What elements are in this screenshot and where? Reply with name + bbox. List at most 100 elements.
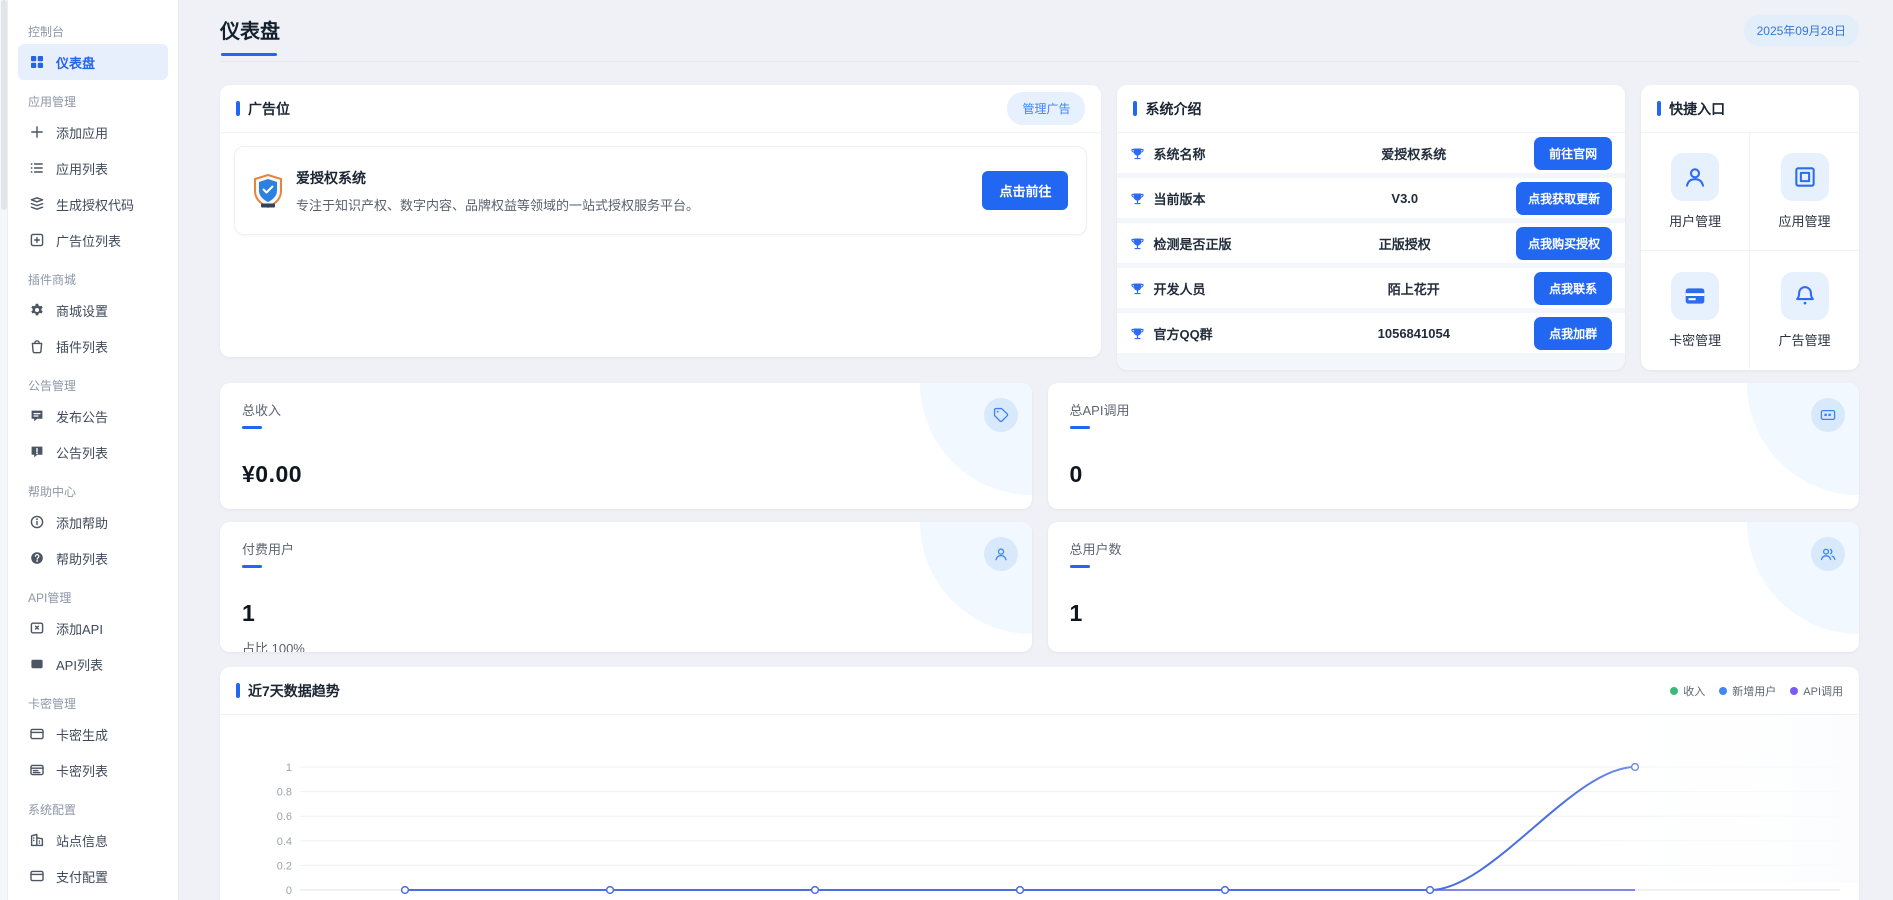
manage-ads-button[interactable]: 管理广告 bbox=[1007, 92, 1085, 125]
intro-row-button[interactable]: 点我联系 bbox=[1534, 272, 1612, 305]
sidebar-item-info[interactable]: 添加帮助 bbox=[18, 504, 168, 540]
sidebar-item-label: 发布公告 bbox=[56, 407, 108, 426]
quick-entry-card: 快捷入口 用户管理应用管理卡密管理广告管理 bbox=[1641, 85, 1859, 370]
card-lines-icon bbox=[29, 762, 45, 778]
stat-value: ¥0.00 bbox=[242, 461, 1010, 488]
bag-icon bbox=[29, 338, 45, 354]
app-icon bbox=[1781, 153, 1829, 201]
sidebar-section-items: 添加APIAPI列表 bbox=[8, 610, 178, 682]
stat-card-users: 总用户数1 bbox=[1048, 522, 1860, 652]
data-point-marker[interactable] bbox=[1427, 887, 1434, 894]
series-line-新增用户 bbox=[405, 767, 1635, 890]
sidebar-item-mail[interactable]: 邮件配置 bbox=[18, 894, 168, 900]
intro-row-button[interactable]: 点我购买授权 bbox=[1516, 227, 1612, 260]
data-point-marker[interactable] bbox=[1017, 887, 1024, 894]
system-intro-title: 系统介绍 bbox=[1145, 99, 1201, 119]
legend-dot bbox=[1670, 687, 1678, 695]
legend-label: 新增用户 bbox=[1732, 683, 1776, 699]
intro-row-button[interactable]: 点我加群 bbox=[1534, 317, 1612, 350]
data-point-marker[interactable] bbox=[402, 887, 409, 894]
chart-card-header-left: 近7天数据趋势 bbox=[236, 681, 340, 701]
stat-label: 总收入 bbox=[242, 400, 1010, 419]
stats-row-2: 付费用户1占比 100%总用户数1 bbox=[220, 522, 1859, 652]
sidebar-section-label: 应用管理 bbox=[8, 94, 178, 110]
stat-card-tag: 总收入 ¥0.00 bbox=[220, 383, 1032, 509]
y-tick-label: 0.2 bbox=[277, 860, 292, 872]
top-cards-row: 广告位 管理广告 爱授权系统 专注于知识产权、数字内容、品牌权益等领域的一站式授… bbox=[220, 85, 1859, 370]
page-title: 仪表盘 bbox=[220, 15, 280, 46]
sidebar-section: 控制台仪表盘 bbox=[8, 24, 178, 80]
sidebar-item-square-plus[interactable]: 广告位列表 bbox=[18, 222, 168, 258]
sidebar-section-items: 仪表盘 bbox=[8, 44, 178, 80]
ad-go-button[interactable]: 点击前往 bbox=[982, 171, 1068, 210]
data-point-marker[interactable] bbox=[1222, 887, 1229, 894]
user-icon bbox=[1671, 153, 1719, 201]
legend-item-1[interactable]: 收入 bbox=[1670, 683, 1705, 699]
card-icon bbox=[29, 868, 45, 884]
square-plus-icon bbox=[29, 232, 45, 248]
intro-row-label: 系统名称 bbox=[1153, 144, 1293, 163]
box-x-icon bbox=[29, 620, 45, 636]
legend-item-2[interactable]: 新增用户 bbox=[1719, 683, 1776, 699]
quick-entry-bell[interactable]: 广告管理 bbox=[1750, 251, 1859, 369]
sidebar-item-label: 广告位列表 bbox=[56, 231, 121, 250]
building-icon bbox=[29, 832, 45, 848]
sidebar-item-list[interactable]: 应用列表 bbox=[18, 150, 168, 186]
intro-row-button[interactable]: 点我获取更新 bbox=[1516, 182, 1612, 215]
stats-row-1: 总收入¥0.00总API调用0 bbox=[220, 383, 1859, 509]
sidebar-section: 帮助中心添加帮助帮助列表 bbox=[8, 484, 178, 576]
accent-bar bbox=[1133, 101, 1137, 116]
sidebar-item-card[interactable]: 支付配置 bbox=[18, 858, 168, 894]
gear-icon bbox=[29, 302, 45, 318]
sidebar-item-bag[interactable]: 插件列表 bbox=[18, 328, 168, 364]
legend-dot bbox=[1790, 687, 1798, 695]
sidebar-item-gear[interactable]: 商城设置 bbox=[18, 292, 168, 328]
sidebar-item-card-lines[interactable]: 卡密列表 bbox=[18, 752, 168, 788]
quick-entry-title: 快捷入口 bbox=[1669, 99, 1725, 119]
intro-row-button[interactable]: 前往官网 bbox=[1534, 137, 1612, 170]
sidebar-item-message[interactable]: 发布公告 bbox=[18, 398, 168, 434]
chart-card-header: 近7天数据趋势 收入 新增用户 API调用 bbox=[220, 667, 1859, 715]
sidebar-item-building[interactable]: 站点信息 bbox=[18, 822, 168, 858]
ad-item-name: 爱授权系统 bbox=[296, 168, 969, 188]
data-point-marker[interactable] bbox=[812, 887, 819, 894]
sidebar-item-message-alert[interactable]: 公告列表 bbox=[18, 434, 168, 470]
data-point-marker[interactable] bbox=[607, 887, 614, 894]
ad-card-header: 广告位 管理广告 bbox=[220, 85, 1101, 133]
trend-line-chart[interactable]: 00.20.40.60.8109-2209-2309-2409-2509-260… bbox=[220, 715, 1859, 900]
quick-entry-user[interactable]: 用户管理 bbox=[1641, 133, 1750, 251]
sidebar-item-label: 生成授权代码 bbox=[56, 195, 134, 214]
sidebar-scrollbar[interactable] bbox=[0, 0, 8, 900]
system-intro-header: 系统介绍 bbox=[1117, 85, 1625, 133]
sidebar-item-label: 商城设置 bbox=[56, 301, 108, 320]
sidebar-section: 插件商城商城设置插件列表 bbox=[8, 272, 178, 364]
intro-row-label: 检测是否正版 bbox=[1153, 234, 1293, 253]
system-intro-row: 检测是否正版正版授权点我购买授权 bbox=[1117, 223, 1625, 263]
sidebar-scrollbar-thumb[interactable] bbox=[1, 0, 7, 210]
quick-entry-card-filled[interactable]: 卡密管理 bbox=[1641, 251, 1750, 369]
sidebar-item-layers[interactable]: 生成授权代码 bbox=[18, 186, 168, 222]
intro-row-value: 爱授权系统 bbox=[1293, 144, 1534, 163]
sidebar-item-question[interactable]: 帮助列表 bbox=[18, 540, 168, 576]
accent-bar bbox=[236, 683, 240, 698]
sidebar-section: 卡密管理卡密生成卡密列表 bbox=[8, 696, 178, 788]
sidebar-section-label: 系统配置 bbox=[8, 802, 178, 818]
sidebar-item-dashboard[interactable]: 仪表盘 bbox=[18, 44, 168, 80]
title-underline bbox=[221, 53, 277, 56]
quick-entry-app[interactable]: 应用管理 bbox=[1750, 133, 1859, 251]
system-intro-row: 官方QQ群1056841054点我加群 bbox=[1117, 313, 1625, 353]
sidebar-section-items: 商城设置插件列表 bbox=[8, 292, 178, 364]
system-intro-card: 系统介绍 系统名称爱授权系统前往官网当前版本V3.0点我获取更新检测是否正版正版… bbox=[1117, 85, 1625, 370]
sidebar-item-label: 添加帮助 bbox=[56, 513, 108, 532]
sidebar-item-plus[interactable]: 添加应用 bbox=[18, 114, 168, 150]
quick-entry-label: 应用管理 bbox=[1779, 211, 1831, 230]
legend-dot bbox=[1719, 687, 1727, 695]
sidebar-item-box-x[interactable]: 添加API bbox=[18, 610, 168, 646]
sidebar-item-card[interactable]: 卡密生成 bbox=[18, 716, 168, 752]
trophy-icon bbox=[1130, 191, 1145, 206]
legend-item-3[interactable]: API调用 bbox=[1790, 683, 1843, 699]
sidebar-item-rect-filled[interactable]: API列表 bbox=[18, 646, 168, 682]
stat-label-underline bbox=[242, 426, 262, 429]
sidebar-section-label: 控制台 bbox=[8, 24, 178, 40]
ad-texts: 爱授权系统 专注于知识产权、数字内容、品牌权益等领域的一站式授权服务平台。 bbox=[296, 168, 969, 214]
